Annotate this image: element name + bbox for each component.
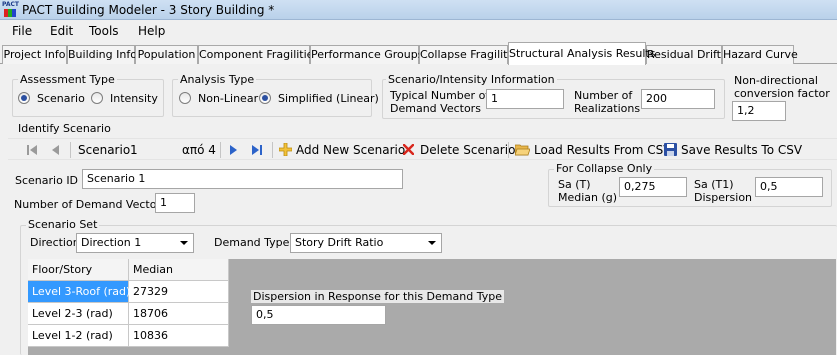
sa-median-input[interactable]: 0,275 [619,177,687,197]
direction-label: Direction [30,236,80,249]
menu-bar: File Edit Tools Help [0,20,837,42]
grid-cell-median[interactable]: 18706 [129,303,229,325]
navigator-position-label: Scenario [78,143,131,157]
sa-dispersion-input[interactable]: 0,5 [755,177,823,197]
direction-select[interactable]: Direction 1 [76,233,194,253]
radio-scenario[interactable] [18,92,30,104]
grid-cell-floor[interactable]: Level 3-Roof (rad) [28,281,130,303]
grid-cell-median[interactable]: 10836 [129,325,229,347]
window-title: PACT Building Modeler - 3 Story Building… [22,3,275,17]
chevron-down-icon [428,241,436,245]
move-next-icon[interactable] [229,145,237,155]
tab-population[interactable]: Population [135,45,198,64]
demand-vectors-label: Typical Number of Demand Vectors [390,89,490,115]
demand-type-select[interactable]: Story Drift Ratio [290,233,442,253]
radio-intensity-label[interactable]: Intensity [110,92,158,105]
tab-hazard-curve[interactable]: Hazard Curve [722,45,798,64]
assessment-type-legend: Assessment Type [18,73,117,86]
nondirectional-label: Non-directional conversion factor [734,74,830,100]
load-results-csv-button[interactable]: Load Results From CSV [534,142,672,158]
save-icon[interactable] [664,143,677,156]
tab-performance-groups[interactable]: Performance Groups [310,45,423,64]
scenario-id-label: Scenario ID [15,174,79,187]
demand-grid[interactable]: Floor/Story Median Level 3-Roof (rad) 27… [28,259,836,355]
tab-residual-drift[interactable]: Residual Drift [646,45,722,64]
tab-collapse-fragility[interactable]: Collapse Fragility [419,45,514,64]
app-logo-text: PACT [2,1,19,8]
radio-non-linear-label[interactable]: Non-Linear [198,92,258,105]
scenario-info-legend: Scenario/Intensity Information [386,73,557,86]
identify-scenario-legend: Identify Scenario [18,122,111,135]
menu-edit[interactable]: Edit [50,23,73,39]
num-demand-vectors-label: Number of Demand Vectors [14,198,167,211]
menu-tools[interactable]: Tools [89,23,119,39]
scenario-set-legend: Scenario Set [26,218,100,231]
move-last-icon[interactable] [251,145,263,155]
app-logo-icon: PACT [2,1,19,18]
radio-simplified-linear-label[interactable]: Simplified (Linear) [278,92,379,105]
grid-header-floor[interactable]: Floor/Story [28,259,129,281]
navigator-position-input[interactable]: 1 [130,142,138,158]
dispersion-input[interactable]: 0,5 [251,305,386,325]
radio-simplified-linear[interactable] [259,92,271,104]
binding-navigator: Scenario 1 από 4 Add New Scenario Delete… [8,138,837,160]
delete-icon[interactable] [403,144,414,155]
radio-scenario-label[interactable]: Scenario [37,92,85,105]
collapse-legend: For Collapse Only [554,162,655,175]
demand-type-label: Demand Type [214,236,290,249]
menu-help[interactable]: Help [138,23,165,39]
tab-component-fragilities[interactable]: Component Fragilities [198,45,319,64]
demand-vectors-input[interactable]: 1 [486,89,564,109]
tab-building-info[interactable]: Building Info [67,45,137,64]
grid-cell-median[interactable]: 27329 [129,281,229,303]
nondirectional-input[interactable]: 1,2 [732,101,786,121]
grid-cell-floor[interactable]: Level 2-3 (rad) [28,303,129,325]
chevron-down-icon [180,241,188,245]
folder-open-icon[interactable] [515,143,530,156]
save-results-csv-button[interactable]: Save Results To CSV [681,142,802,158]
dispersion-label: Dispersion in Response for this Demand T… [251,290,504,303]
num-demand-vectors-input[interactable]: 1 [155,193,195,213]
direction-select-value: Direction 1 [81,236,142,249]
delete-scenario-button[interactable]: Delete Scenario [420,142,515,158]
move-first-icon[interactable] [26,145,38,155]
radio-non-linear[interactable] [179,92,191,104]
tab-strip: Project Info Building Info Population Co… [0,42,837,65]
grid-cell-floor[interactable]: Level 1-2 (rad) [28,325,129,347]
realizations-input[interactable]: 200 [641,89,715,109]
realizations-label: Number of Realizations [574,89,641,115]
menu-file[interactable]: File [12,23,32,39]
radio-intensity[interactable] [91,92,103,104]
analysis-type-legend: Analysis Type [178,73,257,86]
add-icon[interactable] [279,143,292,156]
demand-type-select-value: Story Drift Ratio [295,236,384,249]
add-new-scenario-button[interactable]: Add New Scenario [296,142,405,158]
title-bar: PACT PACT Building Modeler - 3 Story Bui… [0,0,837,20]
navigator-count: από 4 [182,143,216,157]
move-previous-icon[interactable] [52,145,60,155]
tab-project-info[interactable]: Project Info [2,45,67,64]
sa-median-label: Sa (T) Median (g) [558,178,618,204]
sa-dispersion-label: Sa (T1) Dispersion [694,178,753,204]
grid-header-median[interactable]: Median [129,259,229,281]
tab-structural-analysis-results[interactable]: Structural Analysis Results [508,42,655,65]
scenario-id-input[interactable]: Scenario 1 [82,169,403,189]
